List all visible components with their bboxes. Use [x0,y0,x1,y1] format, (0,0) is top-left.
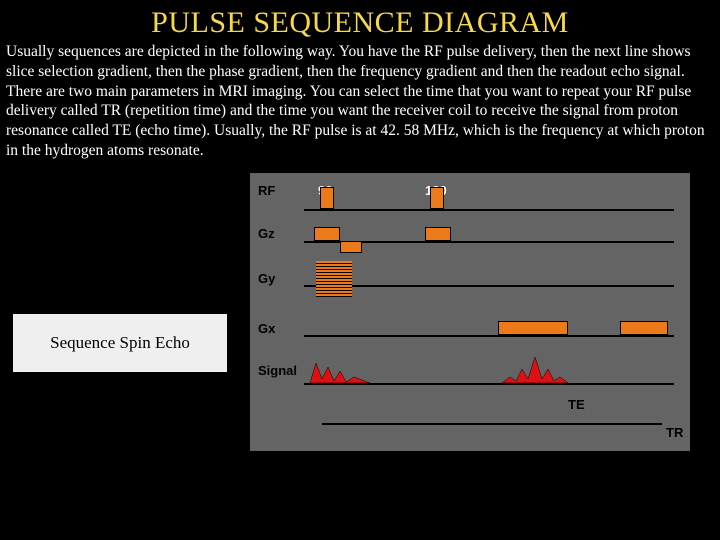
rf-baseline [304,209,674,211]
rf-pulse-90 [320,187,334,209]
signal-fid [310,359,370,385]
gx-readout-1 [498,321,568,335]
gz-pulse-1 [314,227,340,241]
page-title: PULSE SEQUENCE DIAGRAM [0,0,720,42]
sequence-caption-label: Sequence Spin Echo [50,333,190,353]
gx-baseline [304,335,674,337]
rf-pulse-180 [430,187,444,209]
row-label-gy: Gy [258,271,275,286]
row-label-signal: Signal [258,363,297,378]
tr-label: TR [666,425,683,440]
sequence-caption: Sequence Spin Echo [12,313,228,373]
pulse-sequence-diagram: RF 90 180 Gz Gy Gx Signal [250,173,690,451]
gy-baseline [304,285,674,287]
gz-pulse-2 [425,227,451,241]
signal-echo [502,355,568,385]
tr-line [322,423,662,425]
gx-readout-2 [620,321,668,335]
description-text: Usually sequences are depicted in the fo… [0,42,720,165]
te-label: TE [568,397,585,412]
gz-pulse-1-neg [340,241,362,253]
row-label-gx: Gx [258,321,275,336]
row-label-gz: Gz [258,226,275,241]
row-label-rf: RF [258,183,275,198]
gy-phase-encode [316,261,352,297]
